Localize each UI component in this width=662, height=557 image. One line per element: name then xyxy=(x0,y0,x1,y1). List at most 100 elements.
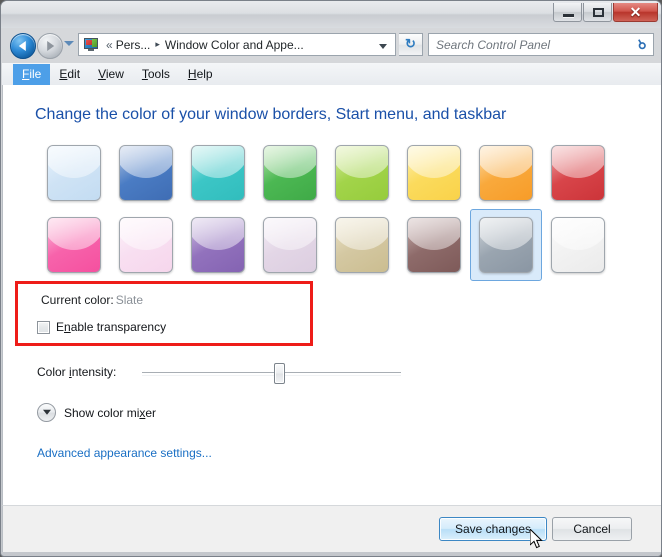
color-swatch-sky[interactable] xyxy=(38,137,110,209)
color-swatch-ruby[interactable] xyxy=(542,137,614,209)
breadcrumb-item-window-color[interactable]: Window Color and Appe... xyxy=(165,38,304,52)
color-swatch-frost[interactable] xyxy=(110,209,182,281)
minimize-button[interactable] xyxy=(553,3,582,22)
swatch-gloss-highlight xyxy=(120,146,172,179)
breadcrumb-separator-icon: ▸ xyxy=(155,39,160,49)
address-chevron-down-icon[interactable] xyxy=(379,44,387,49)
color-swatch-fill xyxy=(479,217,533,273)
color-swatch-row-1 xyxy=(38,137,638,209)
menu-item-help[interactable]: Help xyxy=(179,64,222,85)
swatch-gloss-highlight xyxy=(336,218,388,251)
color-swatch-fill xyxy=(335,217,389,273)
swatch-gloss-highlight xyxy=(120,218,172,251)
swatch-gloss-highlight xyxy=(336,146,388,179)
color-swatch-dusk[interactable] xyxy=(542,209,614,281)
menu-item-file[interactable]: File xyxy=(13,63,51,85)
swatch-gloss-highlight xyxy=(264,218,316,251)
color-swatch-fill xyxy=(47,145,101,201)
breadcrumb-item-personalization[interactable]: Pers... xyxy=(116,38,151,52)
color-intensity-track[interactable] xyxy=(142,372,401,376)
forward-button[interactable] xyxy=(37,33,63,59)
color-swatch-fill xyxy=(191,217,245,273)
color-swatch-lime[interactable] xyxy=(326,137,398,209)
color-swatch-fill xyxy=(407,217,461,273)
color-swatch-lilac[interactable] xyxy=(254,209,326,281)
swatch-gloss-highlight xyxy=(192,146,244,179)
current-color-readout: Current color: Slate xyxy=(41,293,143,307)
breadcrumb-overflow[interactable]: « xyxy=(106,38,113,52)
enable-transparency-checkbox[interactable] xyxy=(37,320,50,334)
color-swatch-fill xyxy=(263,217,317,273)
menu-item-tools[interactable]: Tools xyxy=(133,64,179,85)
color-swatch-fill xyxy=(47,217,101,273)
back-button[interactable] xyxy=(10,33,36,59)
control-panel-window: ✕ « Pers... ▸ Window Color and Appe... ↻ xyxy=(0,0,662,557)
navigation-bar: « Pers... ▸ Window Color and Appe... ↻ ☌ xyxy=(1,28,661,63)
swatch-gloss-highlight xyxy=(552,218,604,251)
color-swatch-sun[interactable] xyxy=(398,137,470,209)
swatch-gloss-highlight xyxy=(408,218,460,251)
arrow-right-icon xyxy=(47,41,55,51)
close-icon: ✕ xyxy=(629,4,642,20)
swatch-gloss-highlight xyxy=(480,218,532,251)
address-bar[interactable]: « Pers... ▸ Window Color and Appe... xyxy=(78,33,396,56)
color-swatch-taupe[interactable] xyxy=(326,209,398,281)
refresh-icon: ↻ xyxy=(405,36,416,51)
minimize-icon xyxy=(563,14,574,17)
color-swatch-pumpkin[interactable] xyxy=(470,137,542,209)
color-swatch-pink[interactable] xyxy=(38,209,110,281)
dialog-footer: Save changes Cancel xyxy=(2,505,661,552)
search-box[interactable]: ☌ xyxy=(428,33,654,56)
close-button[interactable]: ✕ xyxy=(613,3,658,22)
current-color-value: Slate xyxy=(115,293,144,307)
title-bar: ✕ xyxy=(1,1,661,28)
show-color-mixer-row[interactable]: Show color mixer xyxy=(37,403,156,422)
swatch-gloss-highlight xyxy=(192,218,244,251)
content-area: Change the color of your window borders,… xyxy=(2,85,661,505)
color-swatch-fill xyxy=(551,217,605,273)
page-title: Change the color of your window borders,… xyxy=(35,106,507,123)
restore-button[interactable] xyxy=(583,3,612,22)
color-swatch-chocolate[interactable] xyxy=(398,209,470,281)
color-swatch-fill xyxy=(263,145,317,201)
swatch-gloss-highlight xyxy=(408,146,460,179)
swatch-gloss-highlight xyxy=(552,146,604,179)
color-swatch-grid xyxy=(38,137,638,281)
window-caption-buttons: ✕ xyxy=(553,3,658,22)
search-icon[interactable]: ☌ xyxy=(631,37,653,53)
enable-transparency-row[interactable]: Enable transparency xyxy=(37,320,166,334)
search-input[interactable] xyxy=(429,36,631,53)
highlight-annotation-box xyxy=(15,281,313,346)
recent-pages-chevron-down-icon[interactable] xyxy=(64,41,74,46)
color-swatch-slate[interactable] xyxy=(470,209,542,281)
color-swatch-fill xyxy=(407,145,461,201)
color-swatch-twilight[interactable] xyxy=(110,137,182,209)
menu-item-view[interactable]: View xyxy=(89,64,133,85)
save-changes-button[interactable]: Save changes xyxy=(439,517,547,541)
restore-icon xyxy=(593,8,604,17)
swatch-gloss-highlight xyxy=(264,146,316,179)
color-swatch-fill xyxy=(335,145,389,201)
swatch-gloss-highlight xyxy=(48,218,100,251)
current-color-label: Current color: xyxy=(41,293,114,307)
show-color-mixer-label: Show color mixer xyxy=(64,405,157,420)
menu-bar: File Edit View Tools Help xyxy=(2,63,661,85)
refresh-button[interactable]: ↻ xyxy=(399,33,423,56)
color-swatch-fill xyxy=(191,145,245,201)
color-swatch-fill xyxy=(551,145,605,201)
chevron-down-icon[interactable] xyxy=(37,403,56,422)
cancel-button[interactable]: Cancel xyxy=(552,517,632,541)
color-swatch-leaf[interactable] xyxy=(254,137,326,209)
swatch-gloss-highlight xyxy=(48,146,100,179)
arrow-left-icon xyxy=(18,41,26,51)
display-monitor-icon xyxy=(83,37,99,52)
color-swatch-fill xyxy=(479,145,533,201)
enable-transparency-label: Enable transparency xyxy=(56,320,167,334)
color-swatch-fill xyxy=(119,145,173,201)
color-swatch-violet[interactable] xyxy=(182,209,254,281)
menu-item-edit[interactable]: Edit xyxy=(50,64,89,85)
color-swatch-fill xyxy=(119,217,173,273)
color-swatch-sea[interactable] xyxy=(182,137,254,209)
color-intensity-thumb[interactable] xyxy=(274,363,286,384)
advanced-appearance-settings-link[interactable]: Advanced appearance settings... xyxy=(37,446,212,460)
